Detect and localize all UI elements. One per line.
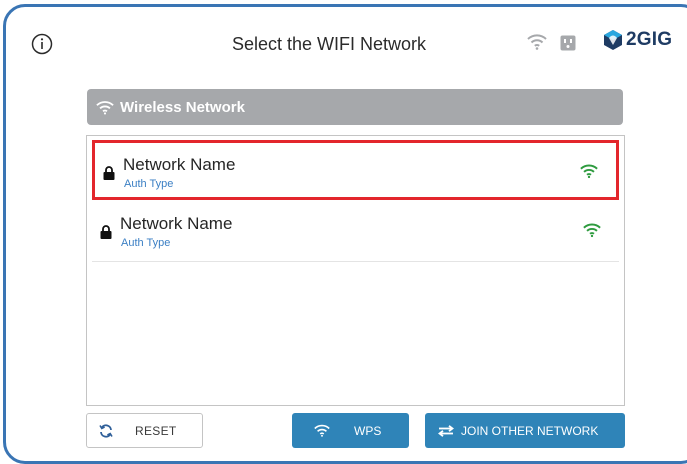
lock-icon [100, 225, 112, 244]
brand-logo: 2GIG [603, 29, 672, 51]
reset-button[interactable]: RESET [86, 413, 203, 448]
wifi-icon [96, 100, 114, 115]
wireless-network-header: Wireless Network [87, 89, 623, 125]
logo-mark-icon [604, 30, 622, 50]
logo-text: 2GIG [626, 29, 673, 50]
network-list[interactable]: Network Name Auth Type Network Name Auth… [86, 135, 625, 406]
info-icon[interactable] [31, 33, 53, 55]
wps-label: WPS [354, 423, 382, 438]
network-name: Network Name [120, 214, 233, 233]
network-name: Network Name [123, 155, 236, 174]
swap-arrows-icon [438, 424, 454, 437]
wps-button[interactable]: WPS [292, 413, 409, 448]
page-title: Select the WIFI Network [232, 34, 427, 54]
wifi-signal-icon [583, 222, 601, 243]
section-label: Wireless Network [120, 98, 245, 116]
network-auth-type: Auth Type [121, 237, 171, 249]
join-other-network-label: JOIN OTHER NETWORK [461, 423, 599, 438]
network-row-selected[interactable]: Network Name Auth Type [92, 140, 619, 200]
wifi-status-icon [527, 33, 547, 56]
refresh-icon [99, 423, 113, 438]
join-other-network-button[interactable]: JOIN OTHER NETWORK [425, 413, 625, 448]
lock-icon [103, 166, 115, 185]
network-auth-type: Auth Type [124, 178, 174, 190]
wifi-icon [314, 424, 330, 437]
power-outlet-icon [560, 35, 576, 56]
network-row[interactable]: Network Name Auth Type [92, 202, 619, 262]
reset-label: RESET [135, 423, 177, 438]
wifi-signal-icon [580, 163, 598, 184]
header-bar: Select the WIFI Network 2GIG [0, 0, 687, 82]
